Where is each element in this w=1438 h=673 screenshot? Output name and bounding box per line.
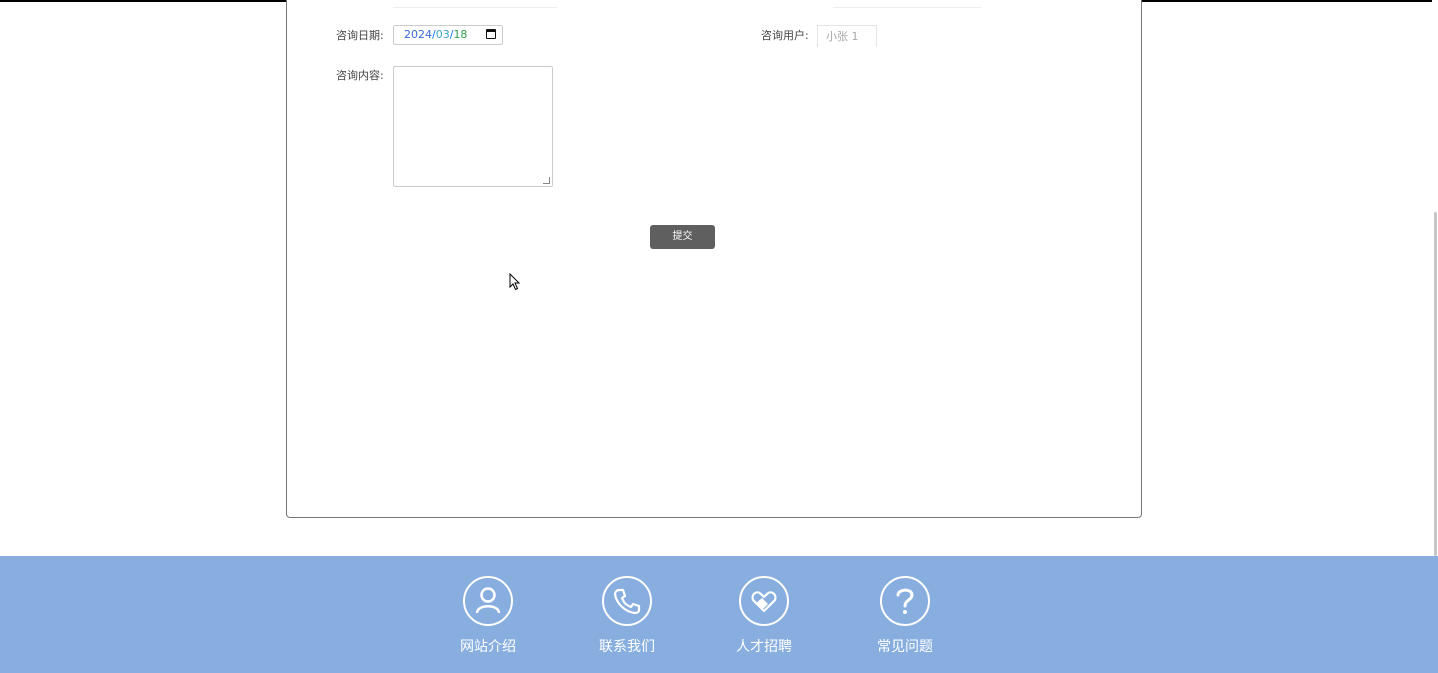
content-label: 咨询内容: <box>336 69 384 82</box>
footer-label-careers: 人才招聘 <box>736 639 792 655</box>
handshake-heart-icon <box>739 576 789 626</box>
consult-form-card: 咨询日期: 2024/03/18 咨询用户: 小张 1 咨询内容: 提交 <box>286 0 1142 518</box>
user-input[interactable]: 小张 1 <box>817 25 877 47</box>
submit-button[interactable]: 提交 <box>650 225 715 249</box>
footer-label-contact: 联系我们 <box>599 639 655 655</box>
footer-item-careers[interactable]: 人才招聘 <box>714 576 814 656</box>
phone-icon <box>602 576 652 626</box>
resize-handle-icon[interactable] <box>543 177 550 184</box>
date-year: 2024 <box>404 28 432 41</box>
user-label: 咨询用户: <box>761 29 809 42</box>
page-scrollbar[interactable] <box>1432 0 1438 556</box>
partial-input-top-left <box>393 3 557 8</box>
question-icon <box>880 576 930 626</box>
date-day: 18 <box>453 28 468 41</box>
footer-item-faq[interactable]: 常见问题 <box>855 576 955 656</box>
content-textarea[interactable] <box>393 66 553 187</box>
date-label: 咨询日期: <box>336 29 384 42</box>
partial-input-top-right <box>833 3 981 8</box>
footer-label-about: 网站介绍 <box>460 639 516 655</box>
site-footer: 网站介绍 联系我们 人才招聘 常见问题 <box>0 556 1438 673</box>
footer-item-contact[interactable]: 联系我们 <box>577 576 677 656</box>
footer-item-about[interactable]: 网站介绍 <box>438 576 538 656</box>
calendar-icon[interactable] <box>486 29 496 39</box>
person-icon <box>463 576 513 626</box>
footer-label-faq: 常见问题 <box>877 639 933 655</box>
date-month: 03 <box>435 28 450 41</box>
date-input[interactable]: 2024/03/18 <box>393 25 503 45</box>
scrollbar-thumb[interactable] <box>1434 212 1437 556</box>
